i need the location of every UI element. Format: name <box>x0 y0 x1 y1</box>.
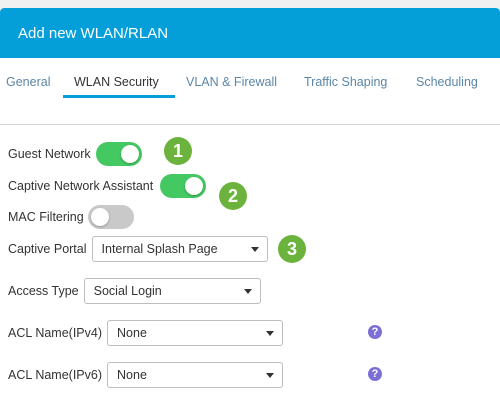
tab-general[interactable]: General <box>6 75 50 89</box>
acl-ipv6-select[interactable]: None <box>107 362 284 388</box>
captive-network-assistant-toggle[interactable] <box>160 174 207 198</box>
acl-ipv4-row: ACL Name(IPv4) None <box>8 320 284 346</box>
tab-vlan-firewall[interactable]: VLAN & Firewall <box>186 75 277 89</box>
access-type-value: Social Login <box>93 284 162 298</box>
mac-filtering-toggle[interactable] <box>87 205 134 229</box>
chevron-down-icon <box>250 247 259 252</box>
acl-ipv6-row: ACL Name(IPv6) None <box>8 362 284 388</box>
toggle-knob <box>90 208 109 226</box>
acl-ipv6-value: None <box>117 368 147 382</box>
toggle-knob <box>185 177 204 195</box>
tab-scheduling[interactable]: Scheduling <box>416 75 478 89</box>
captive-portal-value: Internal Splash Page <box>101 242 218 256</box>
chevron-down-icon <box>243 289 252 294</box>
mac-filtering-label: MAC Filtering <box>8 210 84 224</box>
chevron-down-icon <box>266 373 275 378</box>
chevron-down-icon <box>266 331 275 336</box>
callout-badge-3: 3 <box>278 235 306 263</box>
callout-badge-2: 2 <box>219 182 247 210</box>
tab-bar: General WLAN Security VLAN & Firewall Tr… <box>0 58 500 125</box>
acl-ipv4-select[interactable]: None <box>107 320 284 346</box>
access-type-row: Access Type Social Login <box>8 278 261 304</box>
guest-network-row: Guest Network <box>8 142 142 166</box>
captive-network-assistant-row: Captive Network Assistant <box>8 174 207 198</box>
acl-ipv4-value: None <box>117 326 147 340</box>
dialog-header: Add new WLAN/RLAN <box>0 8 500 58</box>
access-type-select[interactable]: Social Login <box>83 278 261 304</box>
acl-ipv6-label: ACL Name(IPv6) <box>8 368 103 382</box>
tab-wlan-security[interactable]: WLAN Security <box>74 75 159 89</box>
add-wlan-dialog: Add new WLAN/RLAN General WLAN Security … <box>0 8 500 408</box>
guest-network-label: Guest Network <box>8 147 91 161</box>
mac-filtering-row: MAC Filtering <box>8 205 134 229</box>
dialog-title: Add new WLAN/RLAN <box>18 24 169 42</box>
active-tab-indicator <box>63 95 175 98</box>
callout-badge-1: 1 <box>164 137 192 165</box>
guest-network-toggle[interactable] <box>95 142 142 166</box>
access-type-label: Access Type <box>8 284 79 298</box>
captive-portal-select[interactable]: Internal Splash Page <box>91 236 268 262</box>
captive-portal-row: Captive Portal Internal Splash Page <box>8 236 268 262</box>
captive-network-assistant-label: Captive Network Assistant <box>8 179 154 193</box>
toggle-knob <box>120 145 139 163</box>
acl-ipv6-help-icon[interactable]: ? <box>368 367 382 381</box>
tab-traffic-shaping[interactable]: Traffic Shaping <box>304 75 387 89</box>
acl-ipv4-help-icon[interactable]: ? <box>368 325 382 339</box>
acl-ipv4-label: ACL Name(IPv4) <box>8 326 103 340</box>
captive-portal-label: Captive Portal <box>8 242 87 256</box>
